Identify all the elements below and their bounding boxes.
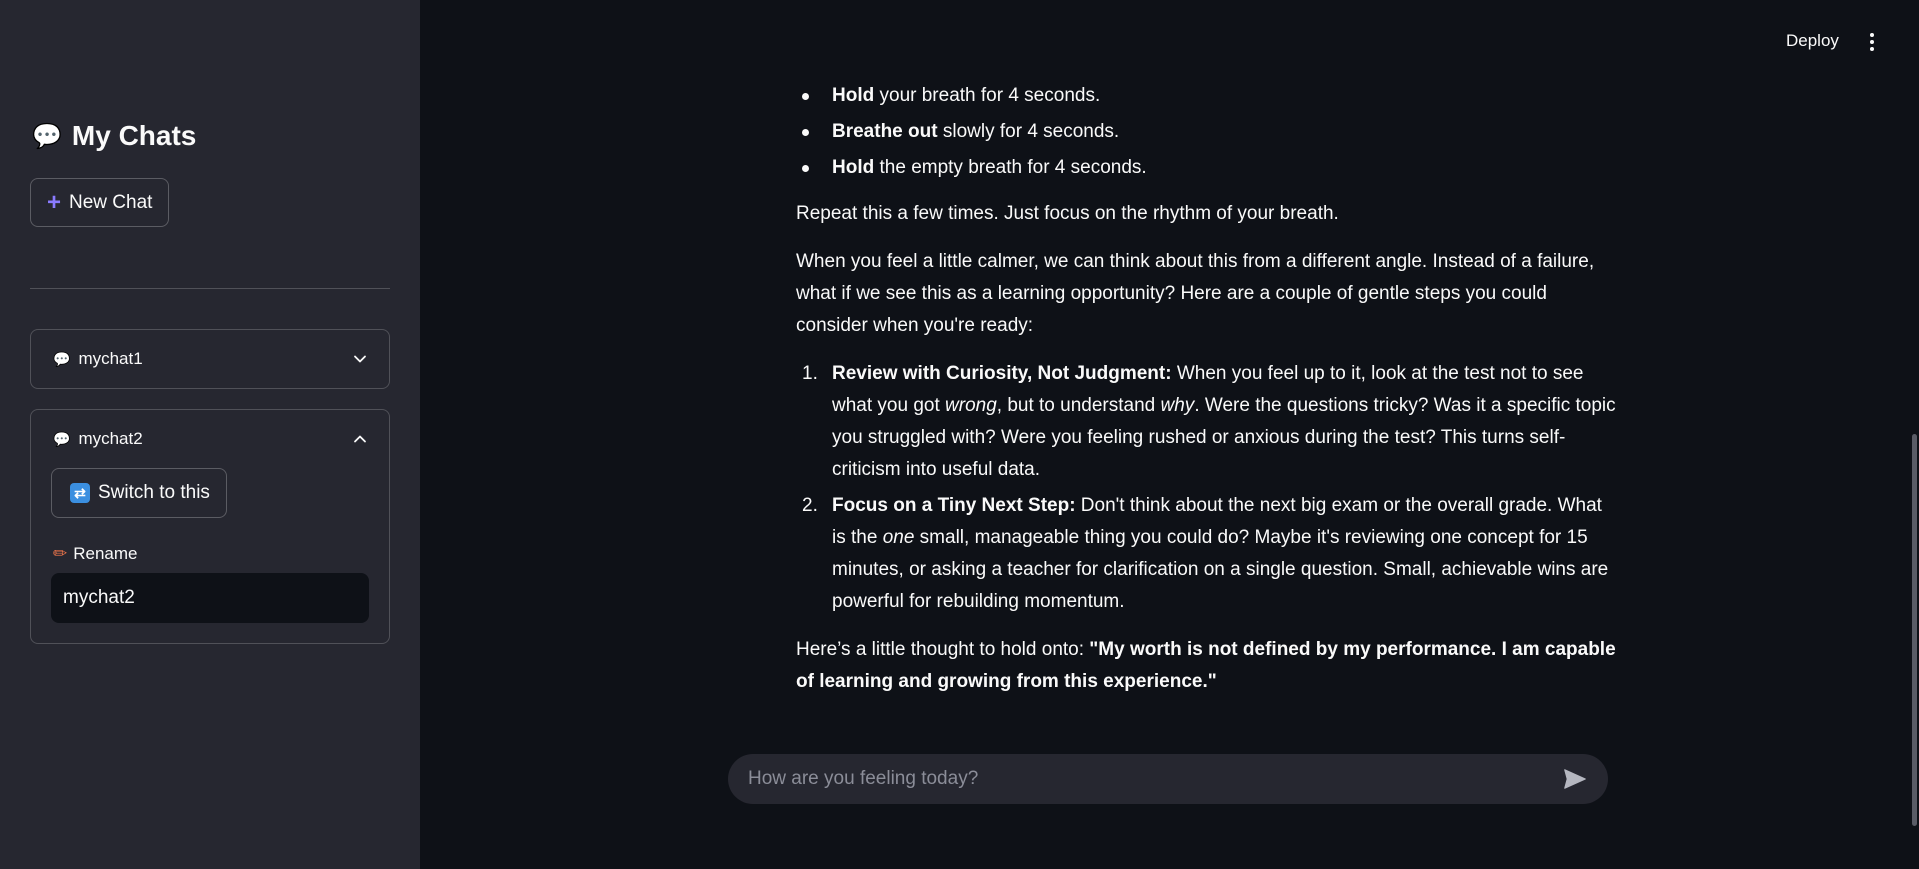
switch-chat-button[interactable]: ⇄ Switch to this (51, 468, 227, 518)
rename-label-text: Rename (73, 544, 138, 563)
chat-expander-mychat2: 💬 mychat2 ⇄ Switch to this ✏ Rename (30, 409, 390, 644)
chat-expander-mychat1: 💬 mychat1 (30, 329, 390, 389)
expander-header-mychat1[interactable]: 💬 mychat1 (31, 330, 389, 388)
step-title: Focus on a Tiny Next Step: (832, 495, 1076, 516)
step-emphasis: one (882, 527, 915, 548)
bullet-bold: Breathe out (832, 121, 938, 142)
bullet-bold: Hold (832, 157, 875, 178)
new-chat-button[interactable]: + New Chat (30, 178, 170, 227)
closing-paragraph: Here’s a little thought to hold onto: "M… (796, 634, 1616, 698)
step-title: Review with Curiosity, Not Judgment: (832, 363, 1172, 384)
sidebar-title: 💬 My Chats (32, 120, 196, 152)
chat-name: mychat1 (78, 349, 143, 368)
scrollbar-thumb[interactable] (1912, 434, 1917, 826)
speech-bubble-icon: 💬 (53, 350, 71, 367)
assistant-message: Hold your breath for 4 seconds. Breathe … (796, 78, 1616, 698)
plus-icon: + (47, 188, 62, 216)
rename-label: ✏ Rename (53, 544, 138, 564)
chat-name: mychat2 (78, 429, 143, 448)
paragraph: Repeat this a few times. Just focus on t… (796, 203, 1339, 224)
send-icon[interactable] (1562, 766, 1588, 792)
new-chat-label: New Chat (69, 191, 153, 213)
list-item: 2. Focus on a Tiny Next Step: Don't think… (796, 490, 1616, 618)
switch-arrows-icon: ⇄ (70, 483, 90, 503)
bullet-text: slowly for 4 seconds. (937, 121, 1120, 142)
menu-dot (1870, 40, 1874, 44)
sidebar-title-text: My Chats (71, 120, 197, 151)
step-text: , but to understand (996, 395, 1161, 416)
step-emphasis: why (1160, 395, 1195, 416)
rename-input[interactable] (51, 573, 369, 623)
breathing-steps-list: Hold your breath for 4 seconds. Breathe … (796, 78, 1616, 186)
step-emphasis: wrong (945, 395, 997, 416)
steps-list: 1. Review with Curiosity, Not Judgment: W… (796, 358, 1616, 618)
step-text: small, manageable thing you could do? Ma… (832, 527, 1609, 612)
paragraph: When you feel a little calmer, we can th… (796, 251, 1595, 336)
menu-dot (1870, 47, 1874, 51)
speech-bubble-icon: 💬 (32, 122, 62, 150)
closing-prefix: Here’s a little thought to hold onto: (796, 639, 1090, 660)
expander-header-mychat2[interactable]: 💬 mychat2 (31, 410, 389, 468)
list-item: Breathe out slowly for 4 seconds. (796, 114, 1616, 150)
list-item: Hold the empty breath for 4 seconds. (796, 150, 1616, 186)
list-number: 1. (802, 363, 818, 384)
deploy-button[interactable]: Deploy (1786, 31, 1839, 51)
sidebar-divider (30, 288, 390, 289)
list-number: 2. (802, 495, 818, 516)
bullet-text: your breath for 4 seconds. (874, 85, 1101, 106)
pencil-icon: ✏ (53, 544, 68, 563)
list-item: 1. Review with Curiosity, Not Judgment: W… (796, 358, 1616, 486)
list-item: Hold your breath for 4 seconds. (796, 78, 1616, 114)
chat-input[interactable] (748, 768, 1562, 790)
bullet-bold: Hold (832, 85, 875, 106)
menu-dot (1870, 33, 1874, 37)
switch-label: Switch to this (98, 482, 210, 503)
main-menu-icon[interactable] (1864, 30, 1880, 54)
bullet-text: the empty breath for 4 seconds. (874, 157, 1147, 178)
chat-input-bar (728, 754, 1608, 804)
chevron-up-icon (354, 435, 366, 443)
chevron-down-icon (354, 355, 366, 363)
speech-bubble-icon: 💬 (53, 430, 71, 447)
sidebar: 💬 My Chats + New Chat 💬 mychat1 💬 mychat… (0, 0, 420, 869)
